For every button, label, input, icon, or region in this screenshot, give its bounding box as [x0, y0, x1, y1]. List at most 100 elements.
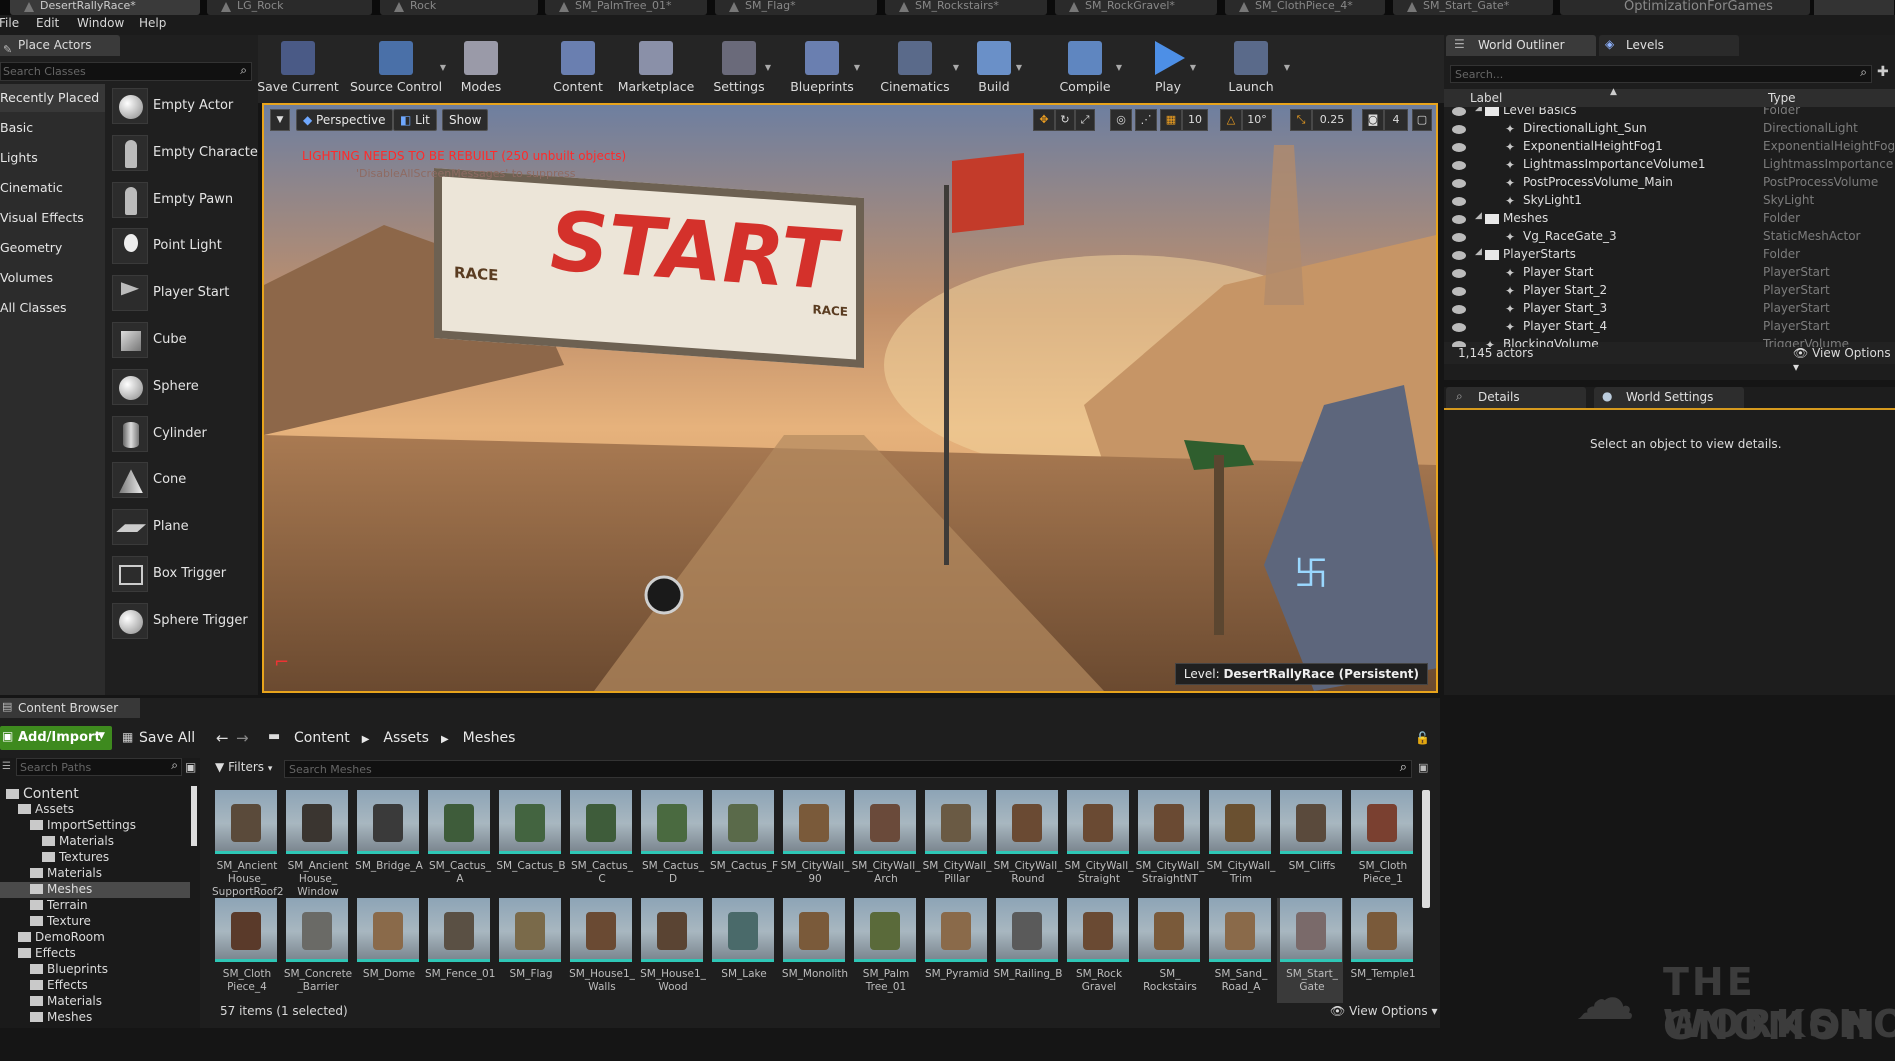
asset-tile[interactable]: SM_Bridge_A — [354, 790, 423, 895]
menu-window[interactable]: Window — [77, 16, 124, 30]
path-tree-item[interactable]: ImportSettings — [0, 818, 190, 834]
tab-world-settings[interactable]: ● World Settings — [1594, 387, 1744, 408]
asset-tile[interactable]: SM_Ancient House_ SupportRoof2 — [212, 790, 284, 898]
chevron-down-icon[interactable]: ▼ — [1016, 63, 1022, 72]
asset-tile[interactable]: SM_Cloth Piece_4 — [212, 898, 278, 1003]
document-tab[interactable]: SM_Rockstairs* — [885, 0, 1047, 15]
outliner-row[interactable]: ✦ Player Start_2 PlayerStart — [1450, 283, 1890, 301]
path-tree-item[interactable]: Effects — [0, 978, 190, 994]
asset-tile[interactable]: SM_CityWall_ StraightNT — [1135, 790, 1204, 895]
forward-arrow-icon[interactable]: → — [236, 729, 249, 747]
expand-arrow-icon[interactable]: ◢ — [1475, 247, 1482, 257]
visibility-eye-icon[interactable] — [1452, 179, 1466, 188]
asset-tile[interactable]: SM_Pyramid — [922, 898, 989, 1003]
visibility-eye-icon[interactable] — [1452, 107, 1466, 116]
path-tree-item[interactable]: Blueprints — [0, 962, 190, 978]
asset-tile[interactable]: SM_Cliffs — [1277, 790, 1343, 895]
asset-tile[interactable]: SM_Cactus_ A — [425, 790, 491, 895]
path-tree-item[interactable]: DemoRoom — [0, 930, 190, 946]
path-tree-item[interactable]: Texture — [0, 914, 190, 930]
asset-grid-scrollbar[interactable] — [1422, 790, 1430, 908]
asset-tile[interactable]: SM_House1_ Walls — [567, 898, 635, 1003]
breadcrumb-item[interactable]: Content — [294, 730, 350, 746]
chevron-down-icon[interactable]: ▼ — [440, 63, 446, 72]
cinematics-button[interactable]: Cinematics ▼ — [875, 37, 959, 99]
visibility-eye-icon[interactable] — [1452, 161, 1466, 170]
chevron-down-icon[interactable]: ▼ — [854, 63, 860, 72]
path-tree-item[interactable]: Effects — [0, 946, 190, 962]
actor-item[interactable]: Sphere — [108, 365, 253, 410]
path-tree-scrollbar[interactable] — [191, 786, 197, 846]
lock-icon[interactable]: 🔓 — [1415, 731, 1430, 745]
asset-tile[interactable]: SM_Cloth Piece_1 — [1348, 790, 1414, 895]
outliner-row[interactable]: ✦ Player Start_4 PlayerStart — [1450, 319, 1890, 337]
breadcrumb-item[interactable]: Meshes — [463, 730, 516, 746]
asset-tile[interactable]: SM_Railing_B — [993, 898, 1063, 1003]
menu-file[interactable]: File — [0, 16, 19, 30]
asset-tile[interactable]: SM_Flag — [496, 898, 562, 1003]
outliner-view-options[interactable]: 👁 View Options ▾ — [1793, 346, 1895, 374]
path-tree-item[interactable]: Meshes — [0, 882, 190, 898]
visibility-eye-icon[interactable] — [1452, 269, 1466, 278]
outliner-row[interactable]: ✦ PostProcessVolume_Main PostProcessVolume — [1450, 175, 1890, 193]
outliner-row[interactable]: ◢ Meshes Folder — [1450, 211, 1890, 229]
chevron-down-icon[interactable]: ▼ — [953, 63, 959, 72]
visibility-eye-icon[interactable] — [1452, 215, 1466, 224]
save-all-button[interactable]: ▦ Save All — [120, 726, 202, 750]
marketplace-button[interactable]: Marketplace — [614, 37, 698, 99]
menu-edit[interactable]: Edit — [36, 16, 59, 30]
chevron-down-icon[interactable]: ▼ — [1190, 63, 1196, 72]
visibility-eye-icon[interactable] — [1452, 197, 1466, 206]
asset-tile[interactable]: SM_Ancient House_ Window — [283, 790, 349, 898]
actor-item[interactable]: Plane — [108, 505, 253, 550]
document-tab[interactable]: SM_ClothPiece_4* — [1225, 0, 1385, 15]
outliner-row[interactable]: ✦ BlockingVolume TriggerVolume — [1450, 337, 1890, 347]
class-search-input[interactable]: Search Classes ⌕ — [0, 62, 252, 81]
visibility-eye-icon[interactable] — [1452, 323, 1466, 332]
build-button[interactable]: Build ▼ — [970, 37, 1022, 99]
asset-tile[interactable]: SM_Cactus_ C — [567, 790, 633, 895]
document-tab[interactable]: SM_RockGravel* — [1055, 0, 1217, 15]
col-type[interactable]: Type — [1768, 91, 1796, 105]
source-control-button[interactable]: Source Control ▼ — [350, 37, 446, 99]
document-tab[interactable]: LG_Rock — [207, 0, 372, 15]
path-tree-item[interactable]: Materials — [0, 866, 190, 882]
visibility-eye-icon[interactable] — [1452, 251, 1466, 260]
path-tree-item[interactable]: Materials — [0, 834, 190, 850]
chevron-down-icon[interactable]: ▼ — [1284, 63, 1290, 72]
visibility-eye-icon[interactable] — [1452, 287, 1466, 296]
content-button[interactable]: Content — [548, 37, 608, 99]
tab-details[interactable]: ⌕ Details — [1446, 387, 1586, 408]
outliner-row[interactable]: ✦ Vg_RaceGate_3 StaticMeshActor — [1450, 229, 1890, 247]
visibility-eye-icon[interactable] — [1452, 305, 1466, 314]
chevron-down-icon[interactable]: ▼ — [765, 63, 771, 72]
asset-tile[interactable]: SM_Dome — [354, 898, 420, 1003]
asset-tile[interactable]: SM_Rock Gravel — [1064, 898, 1130, 1003]
path-tree-item[interactable]: Textures — [0, 850, 190, 866]
chevron-down-icon[interactable]: ▼ — [1116, 63, 1122, 72]
asset-tile[interactable]: SM_Sand_ Road_A — [1206, 898, 1272, 1003]
tab-world-outliner[interactable]: ☰ World Outliner — [1446, 35, 1596, 56]
content-browser-tab[interactable]: ▤ Content Browser — [0, 698, 140, 718]
outliner-search-input[interactable]: Search... ⌕ — [1450, 65, 1872, 83]
settings-button[interactable]: Settings ▼ — [711, 37, 771, 99]
visibility-eye-icon[interactable] — [1452, 233, 1466, 242]
outliner-add-icon[interactable]: ✚ — [1877, 64, 1889, 80]
path-tree-item[interactable]: Materials — [0, 994, 190, 1010]
place-actors-tab[interactable]: ✎ Place Actors — [0, 35, 120, 56]
asset-tile[interactable]: SM_Start_ Gate — [1277, 898, 1343, 1003]
expand-arrow-icon[interactable]: ◢ — [1475, 107, 1482, 113]
asset-tile[interactable]: SM_CityWall_ Arch — [851, 790, 920, 895]
outliner-row[interactable]: ◢ Level Basics Folder — [1450, 107, 1890, 121]
visibility-eye-icon[interactable] — [1452, 125, 1466, 134]
window-controls[interactable] — [1814, 0, 1894, 15]
asset-search-input[interactable]: Search Meshes ⌕ — [284, 760, 1412, 778]
asset-tile[interactable]: SM_CityWall_ Pillar — [922, 790, 991, 895]
outliner-row[interactable]: ◢ PlayerStarts Folder — [1450, 247, 1890, 265]
outliner-row[interactable]: ✦ SkyLight1 SkyLight — [1450, 193, 1890, 211]
compile-button[interactable]: Compile ▼ — [1052, 37, 1122, 99]
history-icon[interactable]: ▣ — [1418, 761, 1428, 774]
col-label[interactable]: Label — [1470, 91, 1502, 105]
menu-help[interactable]: Help — [139, 16, 166, 30]
document-tab[interactable]: DesertRallyRace* — [10, 0, 200, 15]
